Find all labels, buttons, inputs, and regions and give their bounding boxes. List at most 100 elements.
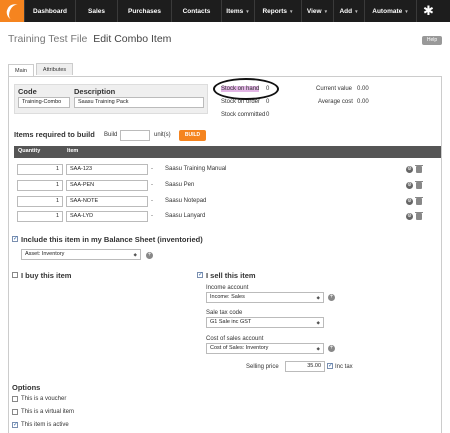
row-item-code-input[interactable]: SAA-LYD xyxy=(66,211,148,222)
sell-item-checkbox[interactable]: ✓ xyxy=(197,272,203,278)
sale-tax-code-select[interactable]: G1 Sale inc GST ◆ xyxy=(206,317,324,328)
add-income-account-icon[interactable]: + xyxy=(328,294,335,301)
buy-item-checkbox[interactable] xyxy=(12,272,18,278)
stock-committed-value: 0 xyxy=(266,112,270,118)
selling-price-input[interactable]: 35.00 xyxy=(285,361,325,372)
nav-add[interactable]: Add ▼ xyxy=(333,0,364,22)
row-item-code-input[interactable]: SAA-123 xyxy=(66,164,148,175)
row-separator: - xyxy=(151,213,153,219)
row-item-name: Saasu Pen xyxy=(165,182,195,188)
cost-of-sales-select[interactable]: Cost of Sales: Inventory ◆ xyxy=(206,343,324,354)
nav-dashboard-label: Dashboard xyxy=(33,7,67,15)
row-actions: ⚙ xyxy=(406,181,426,190)
row-item-code-input[interactable]: SAA-PEN xyxy=(66,180,148,191)
nav-reports-label: Reports xyxy=(262,7,288,15)
inc-tax-checkbox[interactable]: ✓ xyxy=(327,363,333,369)
sale-tax-code-label: Sale tax code xyxy=(206,310,243,316)
nav-view-label: View xyxy=(306,7,322,15)
chevron-down-icon: ▼ xyxy=(289,8,294,14)
trash-icon[interactable] xyxy=(415,181,423,189)
include-inventory-checkbox[interactable]: ✓ xyxy=(12,236,18,242)
active-item-label: This item is active xyxy=(21,422,69,428)
income-account-select[interactable]: Income: Sales ◆ xyxy=(206,292,324,303)
nav-sales[interactable]: Sales xyxy=(75,0,117,22)
build-label: Build xyxy=(104,132,118,138)
nav-purchases-label: Purchases xyxy=(128,7,161,15)
nav-contacts[interactable]: Contacts xyxy=(171,0,221,22)
nav-view[interactable]: View ▼ xyxy=(301,0,333,22)
description-field[interactable]: Saasu Training Pack xyxy=(74,97,204,108)
trash-icon[interactable] xyxy=(415,212,423,220)
row-separator: - xyxy=(151,182,153,188)
average-cost-value: 0.00 xyxy=(357,99,369,105)
chevron-down-icon: ▼ xyxy=(245,8,250,14)
page-title: Training Test File Edit Combo Item xyxy=(8,33,171,45)
nav-automate-label: Automate xyxy=(372,7,403,15)
options-heading: Options xyxy=(12,383,41,392)
average-cost-label: Average cost xyxy=(318,99,353,105)
settings-icon[interactable]: ⚙ xyxy=(406,198,413,205)
item-column-header: Item xyxy=(67,148,79,154)
row-quantity-input[interactable]: 1 xyxy=(17,180,63,191)
page-heading: Edit Combo Item xyxy=(93,33,172,45)
asset-account-select[interactable]: Asset: Inventory ◆ xyxy=(21,249,141,260)
current-value-label: Current value xyxy=(316,86,353,92)
income-account-label: Income account xyxy=(206,285,249,291)
build-quantity-input[interactable] xyxy=(120,130,150,141)
include-inventory-label: Include this item in my Balance Sheet (i… xyxy=(21,235,203,244)
chevron-down-icon: ◆ xyxy=(133,252,137,257)
help-button[interactable]: Help xyxy=(422,36,442,45)
row-item-name: Saasu Lanyard xyxy=(165,213,206,219)
chevron-down-icon: ▼ xyxy=(354,8,359,14)
stock-committed-label: Stock committed xyxy=(221,112,266,118)
build-button[interactable]: BUILD xyxy=(179,130,206,141)
chevron-down-icon: ▼ xyxy=(323,8,329,14)
sale-tax-code-value: G1 Sale inc GST xyxy=(210,319,252,325)
trash-icon[interactable] xyxy=(415,197,423,205)
nav-purchases[interactable]: Purchases xyxy=(117,0,171,22)
stock-on-order-value: 0 xyxy=(266,99,270,105)
items-required-heading: Items required to build xyxy=(14,130,95,139)
voucher-checkbox[interactable] xyxy=(12,396,18,402)
tab-bar: Main Attributes xyxy=(8,63,75,76)
active-item-checkbox[interactable]: ✓ xyxy=(12,422,18,428)
nav-automate[interactable]: Automate ▼ xyxy=(364,0,416,22)
description-label: Description xyxy=(74,87,116,96)
cost-of-sales-label: Cost of sales account xyxy=(206,336,264,342)
saasu-logo-icon[interactable] xyxy=(0,0,24,22)
add-cost-of-sales-icon[interactable]: + xyxy=(328,345,335,352)
nav-items[interactable]: Items ▼ xyxy=(221,0,254,22)
quantity-column-header: Quantity xyxy=(18,148,41,154)
row-separator: - xyxy=(151,166,153,172)
add-asset-account-icon[interactable]: + xyxy=(146,252,153,259)
row-quantity-input[interactable]: 1 xyxy=(17,211,63,222)
row-quantity-input[interactable]: 1 xyxy=(17,196,63,207)
tab-attributes[interactable]: Attributes xyxy=(35,63,74,75)
trash-icon[interactable] xyxy=(415,165,423,173)
nav-contacts-label: Contacts xyxy=(182,7,211,15)
income-account-value: Income: Sales xyxy=(210,294,245,300)
row-item-code-input[interactable]: SAA-NOTE xyxy=(66,196,148,207)
cost-of-sales-value: Cost of Sales: Inventory xyxy=(210,345,269,351)
nav-sales-label: Sales xyxy=(88,7,105,15)
tab-main[interactable]: Main xyxy=(8,64,34,76)
settings-icon[interactable]: ⚙ xyxy=(406,213,413,220)
nav-reports[interactable]: Reports ▼ xyxy=(254,0,301,22)
inc-tax-label: Inc tax xyxy=(335,364,353,370)
chevron-down-icon: ◆ xyxy=(316,295,320,300)
nav-add-label: Add xyxy=(339,7,353,15)
settings-icon[interactable]: ⚙ xyxy=(406,166,413,173)
file-name: Training Test File xyxy=(8,33,88,45)
buy-item-label: I buy this item xyxy=(21,271,72,280)
virtual-item-checkbox[interactable] xyxy=(12,409,18,415)
nav-dashboard[interactable]: Dashboard xyxy=(24,0,75,22)
settings-icon[interactable]: ⚙ xyxy=(406,182,413,189)
nav-items-label: Items xyxy=(226,7,244,15)
code-field[interactable]: Training-Combo xyxy=(18,97,70,108)
row-actions: ⚙ xyxy=(406,165,426,174)
gear-icon[interactable]: ✱ xyxy=(416,0,440,22)
chevron-down-icon: ◆ xyxy=(316,346,320,351)
chevron-down-icon: ◆ xyxy=(316,320,320,325)
top-navigation: Dashboard Sales Purchases Contacts Items… xyxy=(0,0,450,22)
row-quantity-input[interactable]: 1 xyxy=(17,164,63,175)
